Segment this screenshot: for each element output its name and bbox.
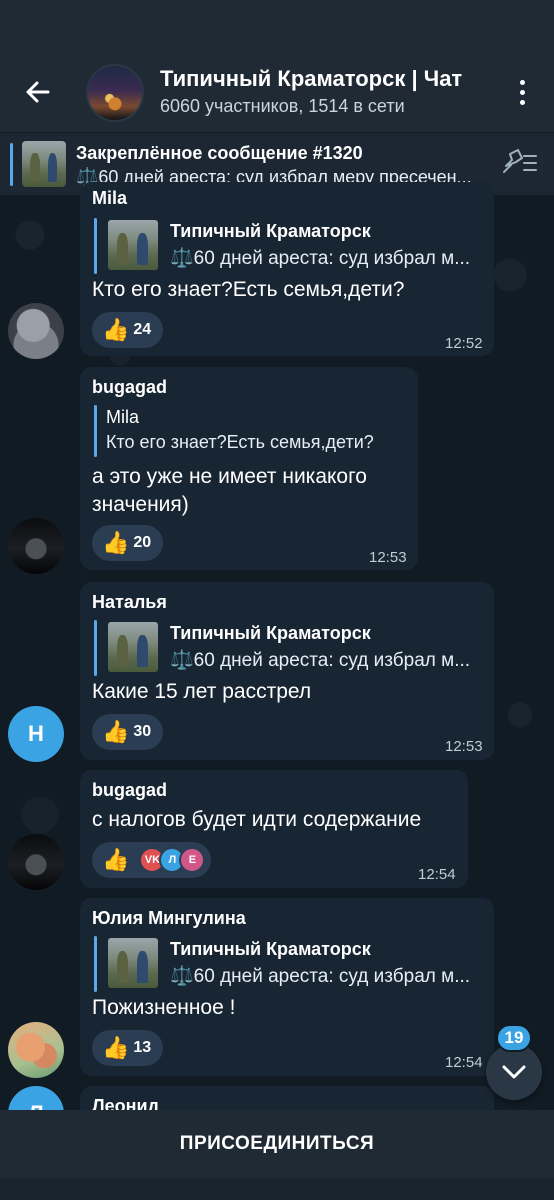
reply-title: Типичный Краматорск (170, 623, 371, 643)
message-time: 12:53 (369, 549, 407, 566)
message-sender[interactable]: bugagad (92, 780, 167, 801)
back-button[interactable] (18, 72, 58, 112)
reaction-chip[interactable]: 👍 VK Л E (92, 842, 212, 878)
avatar[interactable]: Н (8, 706, 64, 762)
message-bubble[interactable]: Mila Типичный Краматорск ⚖️60 дней арест… (80, 182, 494, 356)
reply-thumbnail (108, 938, 158, 988)
chat-header: Типичный Краматорск | Чат 6060 участнико… (0, 0, 554, 132)
reply-text: ⚖️60 дней ареста: суд избрал м... (170, 650, 471, 671)
dot-icon (519, 89, 525, 95)
reply-thumbnail (108, 220, 158, 270)
reaction-count: 24 (133, 321, 152, 338)
thumbs-up-icon: 👍 (102, 1035, 130, 1060)
reaction-chip[interactable]: 👍 24 (92, 312, 164, 348)
reply-text: ⚖️60 дней ареста: суд избрал м... (170, 248, 471, 269)
reply-text: ⚖️60 дней ареста: суд избрал м... (170, 966, 471, 987)
message-text: Какие 15 лет расстрел (92, 680, 312, 703)
scroll-down-button[interactable] (486, 1044, 542, 1100)
chat-title[interactable]: Типичный Краматорск | Чат (160, 66, 486, 94)
reply-title: Mila (106, 407, 140, 427)
pinned-list-button[interactable] (500, 146, 540, 180)
message-sender[interactable]: Mila (92, 188, 127, 209)
reply-indicator (94, 936, 97, 992)
message-time: 12:54 (418, 866, 456, 883)
message-sender[interactable]: bugagad (92, 377, 167, 398)
reaction-chip[interactable]: 👍 20 (92, 525, 164, 561)
reply-indicator (94, 218, 97, 274)
message-bubble[interactable]: Наталья Типичный Краматорск ⚖️60 дней ар… (80, 582, 494, 760)
message-text: Кто его знает?Есть семья,дети? (92, 278, 405, 301)
reply-preview[interactable]: Типичный Краматорск ⚖️60 дней ареста: су… (94, 218, 486, 274)
reply-thumbnail (108, 622, 158, 672)
avatar[interactable] (8, 518, 64, 574)
bottom-bar: ПРИСОЕДИНИТЬСЯ (0, 1110, 554, 1200)
reaction-count: 20 (133, 534, 152, 551)
thumbs-up-icon: 👍 (102, 317, 130, 342)
thumbs-up-icon: 👍 (102, 530, 130, 555)
thumbs-up-icon: 👍 (102, 847, 130, 872)
pinned-title: Закреплённое сообщение #1320 (76, 143, 363, 163)
message-sender[interactable]: Юлия Мингулина (92, 908, 246, 929)
avatar[interactable] (8, 303, 64, 359)
avatar[interactable] (8, 1022, 64, 1078)
unread-count-badge: 19 (496, 1024, 532, 1052)
pin-list-icon (503, 149, 537, 173)
message-text: Пожизненное ! (92, 996, 236, 1019)
message-time: 12:54 (445, 1054, 483, 1071)
reply-preview[interactable]: Типичный Краматорск ⚖️60 дней ареста: су… (94, 936, 486, 992)
more-menu-button[interactable] (508, 74, 536, 110)
reaction-count: 13 (133, 1039, 152, 1056)
pinned-thumbnail (22, 141, 66, 187)
message-text: значения) (92, 493, 189, 516)
message-text: с налогов будет идти содержание (92, 808, 422, 831)
reply-title: Типичный Краматорск (170, 221, 371, 241)
message-sender[interactable]: Наталья (92, 592, 167, 613)
avatar[interactable] (8, 834, 64, 890)
message-bubble[interactable]: bugagad Mila Кто его знает?Есть семья,де… (80, 367, 418, 570)
reply-preview[interactable]: Mila Кто его знает?Есть семья,дети? (94, 405, 410, 457)
system-nav-bar (0, 1178, 554, 1200)
message-time: 12:53 (445, 738, 483, 755)
reaction-count: 30 (133, 723, 152, 740)
join-button[interactable]: ПРИСОЕДИНИТЬСЯ (0, 1110, 554, 1178)
pinned-indicator (10, 143, 13, 186)
dot-icon (519, 99, 525, 105)
reactor-avatar: E (179, 847, 206, 873)
message-text: а это уже не имеет никакого (92, 465, 367, 488)
chevron-down-icon (502, 1065, 526, 1079)
reactor-avatars: VK Л E (139, 847, 206, 873)
reply-text: Кто его знает?Есть семья,дети? (106, 432, 374, 452)
message-bubble[interactable]: Юлия Мингулина Типичный Краматорск ⚖️60 … (80, 898, 494, 1076)
reply-indicator (94, 405, 97, 457)
reaction-chip[interactable]: 👍 13 (92, 1030, 164, 1066)
chat-avatar[interactable] (86, 64, 144, 122)
status-bar (0, 0, 554, 50)
chat-subtitle: 6060 участников, 1514 в сети (160, 96, 405, 116)
reply-title: Типичный Краматорск (170, 939, 371, 959)
message-time: 12:52 (445, 335, 483, 352)
message-bubble[interactable]: bugagad с налогов будет идти содержание … (80, 770, 468, 888)
reply-indicator (94, 620, 97, 676)
arrow-left-icon (26, 81, 50, 103)
telegram-chat-screen: Типичный Краматорск | Чат 6060 участнико… (0, 0, 554, 1200)
dot-icon (519, 79, 525, 85)
reaction-chip[interactable]: 👍 30 (92, 714, 164, 750)
thumbs-up-icon: 👍 (102, 719, 130, 744)
reply-preview[interactable]: Типичный Краматорск ⚖️60 дней ареста: су… (94, 620, 486, 676)
